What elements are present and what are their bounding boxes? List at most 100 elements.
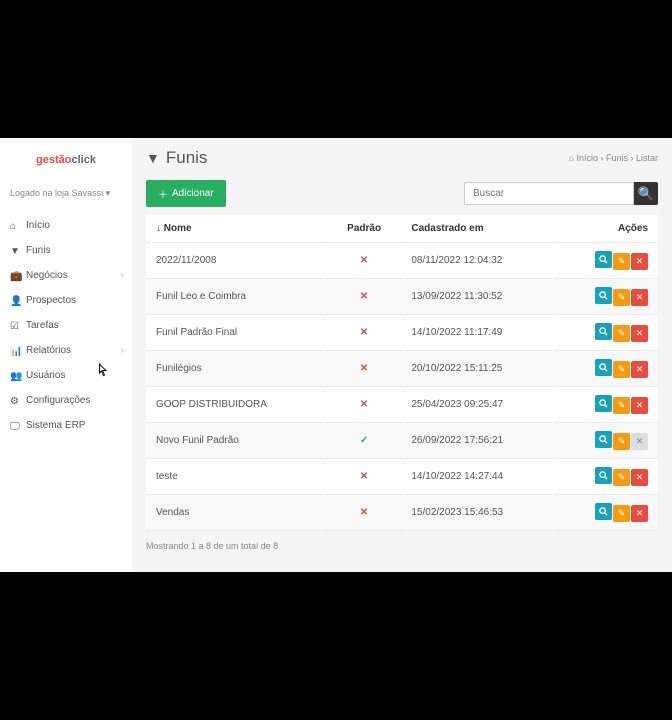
view-button[interactable]: [595, 359, 612, 376]
pagination-summary: Mostrando 1 a 8 de um total de 8: [146, 541, 658, 551]
sidebar-item-usuários[interactable]: 👥Usuários: [0, 363, 132, 388]
main-content: ▼ Funis ⌂ Início › Funis › Listar ＋ Adic…: [132, 138, 672, 572]
table-row: GOOP DISTRIBUIDORA✕25/04/2023 09:25:47✎✕: [146, 387, 658, 423]
logo-suffix: click: [72, 154, 96, 166]
data-table: ↓ Nome Padrão Cadastrado em Ações 2022/1…: [146, 215, 658, 531]
view-button[interactable]: [595, 431, 612, 448]
cell-name: Vendas: [146, 495, 327, 531]
cell-created: 08/11/2022 12:04:32: [401, 243, 555, 279]
x-icon: ✕: [360, 291, 368, 302]
check-icon: ✓: [360, 435, 368, 446]
edit-button[interactable]: ✎: [613, 433, 630, 450]
view-button[interactable]: [595, 323, 612, 340]
cell-actions: ✎✕: [556, 243, 658, 279]
cell-default: ✕: [327, 459, 401, 495]
logo[interactable]: gestãoclick: [0, 146, 132, 182]
cell-default: ✕: [327, 315, 401, 351]
sidebar-item-prospectos[interactable]: 👤Prospectos: [0, 288, 132, 313]
cell-name: teste: [146, 459, 327, 495]
delete-button[interactable]: ✕: [631, 325, 648, 342]
cell-created: 26/09/2022 17:56:21: [401, 423, 555, 459]
screen-icon: 🖵: [10, 421, 20, 431]
edit-button[interactable]: ✎: [613, 325, 630, 342]
delete-button[interactable]: ✕: [631, 397, 648, 414]
cell-actions: ✎✕: [556, 459, 658, 495]
nav-list: ⌂ Início ▼ Funis 💼 Negócios 👤Prospectos☑Tarefa…: [0, 213, 132, 438]
edit-button[interactable]: ✎: [613, 505, 630, 522]
x-icon: ✕: [360, 363, 368, 374]
cell-actions: ✎✕: [556, 423, 658, 459]
col-default[interactable]: Padrão: [327, 215, 401, 243]
table-row: Novo Funil Padrão✓26/09/2022 17:56:21✎✕: [146, 423, 658, 459]
delete-button[interactable]: ✕: [631, 289, 648, 306]
view-button[interactable]: [595, 287, 612, 304]
delete-button[interactable]: ✕: [631, 505, 648, 522]
table-row: Funilégios✕20/10/2022 15:11:25✎✕: [146, 351, 658, 387]
sidebar-item-sistema-erp[interactable]: 🖵Sistema ERP: [0, 413, 132, 438]
cell-name: GOOP DISTRIBUIDORA: [146, 387, 327, 423]
sidebar-item-label: Relatórios: [26, 345, 71, 356]
table-row: teste✕14/10/2022 14:27:44✎✕: [146, 459, 658, 495]
delete-button[interactable]: ✕: [631, 469, 648, 486]
cell-default: ✕: [327, 495, 401, 531]
dashboard-icon: ⌂: [10, 221, 20, 231]
col-created[interactable]: Cadastrado em: [401, 215, 555, 243]
edit-button[interactable]: ✎: [613, 289, 630, 306]
sidebar-item-negócios[interactable]: 💼 Negócios: [0, 263, 132, 288]
cell-created: 14/10/2022 11:17:49: [401, 315, 555, 351]
delete-button-disabled: ✕: [631, 433, 648, 450]
funnel-icon: ▼: [146, 150, 160, 166]
view-button[interactable]: [595, 251, 612, 268]
col-name[interactable]: ↓ Nome: [146, 215, 327, 243]
letterbox-bottom: [0, 572, 672, 720]
page-header: ▼ Funis ⌂ Início › Funis › Listar: [146, 148, 658, 168]
col-actions: Ações: [556, 215, 658, 243]
page-title: ▼ Funis: [146, 148, 207, 168]
app-window: gestãoclick Logado na loja Savassi ▾ ⌂ In…: [0, 138, 672, 572]
cell-default: ✕: [327, 387, 401, 423]
store-selector[interactable]: Logado na loja Savassi ▾: [0, 182, 132, 205]
add-button[interactable]: ＋ Adicionar: [146, 180, 226, 207]
letterbox-top: [0, 0, 672, 138]
cell-name: Funil Leo e Coimbra: [146, 279, 327, 315]
breadcrumb-section[interactable]: Funis: [606, 153, 628, 163]
cell-actions: ✎✕: [556, 387, 658, 423]
edit-button[interactable]: ✎: [613, 361, 630, 378]
view-button[interactable]: [595, 503, 612, 520]
cell-default: ✓: [327, 423, 401, 459]
x-icon: ✕: [360, 471, 368, 482]
table-body: 2022/11/2008✕08/11/2022 12:04:32✎✕Funil …: [146, 243, 658, 531]
sidebar-item-tarefas[interactable]: ☑Tarefas: [0, 313, 132, 338]
edit-button[interactable]: ✎: [613, 469, 630, 486]
breadcrumb-home[interactable]: Início: [576, 153, 598, 163]
briefcase-icon: 💼: [10, 271, 20, 281]
sidebar-item-label: Negócios: [26, 270, 68, 281]
x-icon: ✕: [360, 255, 368, 266]
delete-button[interactable]: ✕: [631, 253, 648, 270]
sidebar-item-label: Início: [26, 220, 50, 231]
edit-button[interactable]: ✎: [613, 253, 630, 270]
sidebar-item-configurações[interactable]: ⚙Configurações: [0, 388, 132, 413]
funnel-icon: ▼: [10, 246, 20, 256]
search-group: 🔍: [464, 182, 658, 205]
view-button[interactable]: [595, 395, 612, 412]
delete-button[interactable]: ✕: [631, 361, 648, 378]
sidebar-item-funis[interactable]: ▼ Funis: [0, 238, 132, 263]
sidebar-item-início[interactable]: ⌂ Início: [0, 213, 132, 238]
table-row: 2022/11/2008✕08/11/2022 12:04:32✎✕: [146, 243, 658, 279]
user-icon: 👤: [10, 296, 20, 306]
plus-icon: ＋: [158, 186, 168, 201]
gear-icon: ⚙: [10, 396, 20, 406]
view-button[interactable]: [595, 467, 612, 484]
chart-icon: 📊: [10, 346, 20, 356]
search-button[interactable]: 🔍: [634, 182, 658, 205]
x-icon: ✕: [360, 399, 368, 410]
sidebar-item-label: Funis: [26, 245, 50, 256]
sidebar: gestãoclick Logado na loja Savassi ▾ ⌂ In…: [0, 138, 132, 572]
sidebar-item-relatórios[interactable]: 📊 Relatórios: [0, 338, 132, 363]
edit-button[interactable]: ✎: [613, 397, 630, 414]
table-row: Funil Leo e Coimbra✕13/09/2022 11:30:52✎…: [146, 279, 658, 315]
table-row: Vendas✕15/02/2023 15:46:53✎✕: [146, 495, 658, 531]
cell-name: Funil Padrão Final: [146, 315, 327, 351]
search-input[interactable]: [464, 182, 634, 205]
